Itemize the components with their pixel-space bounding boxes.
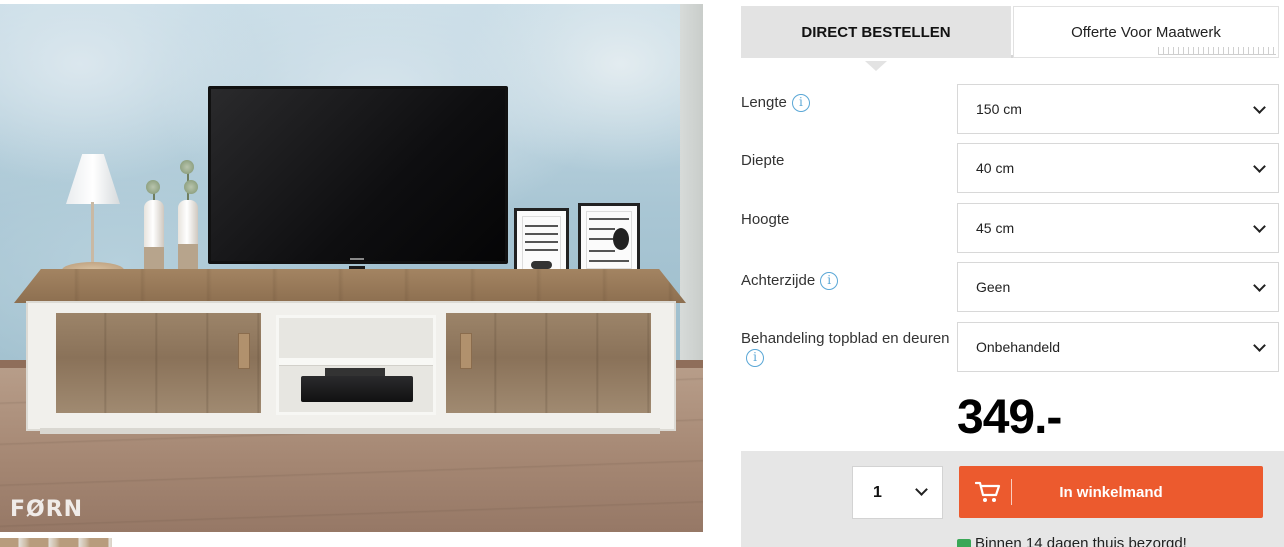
info-icon[interactable]: i — [820, 272, 839, 291]
cart-bar: 1 In winkelmand Binnen 14 dagen thuis be… — [741, 451, 1284, 547]
order-tabs: DIRECT BESTELLEN Offerte Voor Maatwerk — [741, 6, 1279, 71]
brand-watermark: FØRN — [10, 497, 84, 522]
select-value: 40 cm — [976, 160, 1015, 176]
info-icon[interactable]: i — [791, 94, 810, 113]
lengte-select[interactable]: 150 cm — [957, 84, 1279, 134]
add-to-cart-label: In winkelmand — [1059, 483, 1163, 501]
chevron-down-icon — [915, 483, 928, 496]
behandeling-select[interactable]: Onbehandeld — [957, 322, 1279, 372]
option-label-lengte: Lengte i — [741, 94, 810, 113]
chevron-down-icon — [1253, 279, 1266, 292]
option-label-text: Behandeling topblad en deuren — [741, 330, 950, 347]
option-label-text: Diepte — [741, 152, 785, 169]
option-label-text: Achterzijde — [741, 272, 816, 289]
select-value: 45 cm — [976, 220, 1015, 236]
product-price: 349.- — [957, 391, 1062, 444]
option-label-hoogte: Hoogte — [741, 211, 789, 229]
photo-wall-corner — [680, 4, 703, 404]
vase — [178, 200, 198, 274]
info-icon[interactable]: i — [746, 349, 764, 367]
truck-icon — [957, 539, 971, 547]
lamp-stem — [91, 202, 94, 264]
flower — [180, 160, 194, 174]
option-label-text: Hoogte — [741, 211, 790, 228]
add-to-cart-button[interactable]: In winkelmand — [959, 466, 1263, 518]
door-handle — [238, 333, 250, 369]
flower — [146, 180, 160, 194]
tab-label: Offerte Voor Maatwerk — [1071, 23, 1221, 41]
tab-offerte-maatwerk[interactable]: Offerte Voor Maatwerk — [1013, 6, 1279, 58]
picture-frame-right — [578, 203, 640, 277]
option-label-achterzijde: Achterzijde i — [741, 272, 839, 291]
tv-cabinet-top — [14, 269, 686, 303]
option-label-diepte: Diepte — [741, 152, 784, 170]
select-value: 150 cm — [976, 101, 1022, 117]
quantity-select[interactable]: 1 — [852, 466, 943, 519]
flower — [184, 180, 198, 194]
thumbnail-strip[interactable] — [0, 538, 112, 547]
select-value: Geen — [976, 279, 1011, 295]
tv-cabinet — [26, 301, 676, 431]
quantity-value: 1 — [873, 483, 882, 501]
chevron-down-icon — [1253, 339, 1266, 352]
product-photo[interactable]: FØRN — [0, 4, 703, 532]
hoogte-select[interactable]: 45 cm — [957, 203, 1279, 253]
chevron-down-icon — [1253, 220, 1266, 233]
cabinet-door-left — [56, 313, 261, 413]
delivery-text: Binnen 14 dagen thuis bezorgd! — [975, 535, 1187, 547]
cabinet-door-right — [446, 313, 651, 413]
receiver-box — [301, 376, 413, 402]
chevron-down-icon — [1253, 101, 1266, 114]
option-label-behandeling: Behandeling topblad en deuren i — [741, 330, 951, 367]
cabinet-shelf — [276, 315, 436, 415]
tab-direct-bestellen[interactable]: DIRECT BESTELLEN — [741, 6, 1011, 71]
ruler-icon — [1158, 47, 1276, 55]
diepte-select[interactable]: 40 cm — [957, 143, 1279, 193]
cabinet-plinth — [40, 428, 660, 434]
shopping-cart-icon — [975, 481, 1001, 502]
tv-screen — [208, 86, 508, 264]
achterzijde-select[interactable]: Geen — [957, 262, 1279, 312]
vase — [144, 200, 164, 278]
button-separator — [1011, 479, 1012, 505]
select-value: Onbehandeld — [976, 339, 1061, 355]
tab-pointer — [865, 61, 887, 71]
option-label-text: Lengte — [741, 94, 787, 111]
delivery-note: Binnen 14 dagen thuis bezorgd! — [957, 535, 1187, 547]
chevron-down-icon — [1253, 160, 1266, 173]
tab-label: DIRECT BESTELLEN — [801, 23, 951, 41]
door-handle — [460, 333, 472, 369]
tv-logo — [350, 258, 364, 260]
